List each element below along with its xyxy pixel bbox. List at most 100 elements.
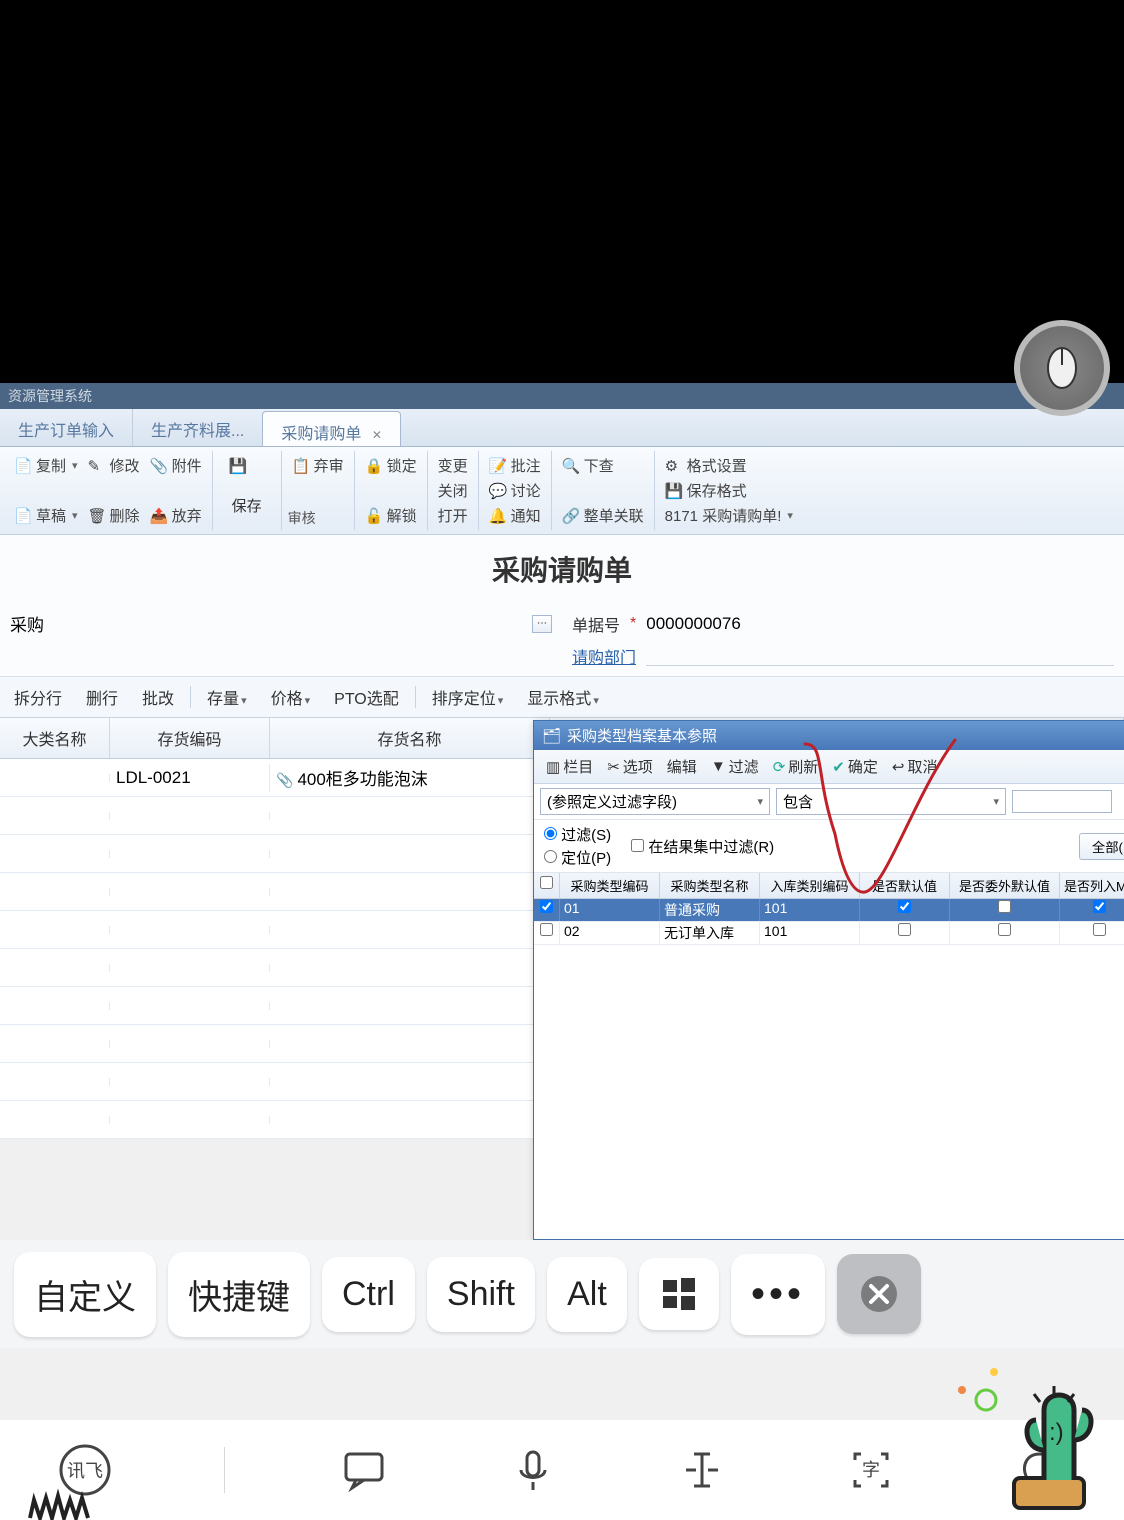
lock-button[interactable]: 🔒锁定 — [361, 453, 421, 478]
col-ismps[interactable]: 是否列入MPS/ — [1060, 873, 1124, 898]
doc-no-value: 0000000076 — [646, 614, 741, 634]
chk-inresult[interactable]: 在结果集中过滤(R) — [631, 836, 774, 857]
dept-label[interactable]: 请购部门 — [572, 644, 636, 668]
row-check[interactable] — [540, 923, 553, 936]
dialog-title: 采购类型档案基本参照 — [567, 725, 717, 746]
cell-name: 普通采购 — [660, 899, 760, 921]
cursor-icon — [678, 1446, 726, 1494]
cell-ismps — [1060, 922, 1124, 944]
key-more[interactable]: ••• — [731, 1254, 825, 1335]
key-windows[interactable] — [639, 1258, 719, 1330]
abandon-button[interactable]: 📋弃审 — [288, 453, 348, 478]
down-button[interactable]: 🔍下查 — [558, 453, 618, 478]
col-code[interactable]: 存货编码 — [110, 718, 270, 758]
refresh-button[interactable]: ⟳刷新 — [767, 754, 825, 779]
draft-button[interactable]: 📄草稿▾ — [10, 503, 82, 528]
batch-button[interactable]: 批改 — [132, 681, 184, 713]
radio-locate[interactable]: 定位(P) — [544, 847, 611, 868]
price-button[interactable]: 价格▾ — [261, 681, 321, 713]
key-alt[interactable]: Alt — [547, 1257, 627, 1332]
save-format-button[interactable]: 💾保存格式 — [661, 478, 751, 503]
open-button[interactable]: 打开 — [434, 503, 472, 528]
dialog-title-bar[interactable]: 🗂 采购类型档案基本参照 — [534, 721, 1124, 750]
cell-code: 01 — [560, 899, 660, 921]
filter-field-combo[interactable]: (参照定义过滤字段)▾ — [540, 788, 770, 815]
notify-button[interactable]: 🔔通知 — [485, 503, 545, 528]
del-row-button[interactable]: 删行 — [76, 681, 128, 713]
pto-button[interactable]: PTO选配 — [324, 681, 409, 713]
ime-cursor[interactable] — [672, 1440, 732, 1500]
stock-button[interactable]: 存量▾ — [197, 681, 257, 713]
whole-rel-button[interactable]: 🔗整单关联 — [558, 503, 648, 528]
ime-chat[interactable] — [334, 1440, 394, 1500]
col-button[interactable]: ▥栏目 — [540, 754, 599, 779]
format-set-button[interactable]: ⚙格式设置 — [661, 453, 751, 478]
tab-prod-material[interactable]: 生产齐料展... — [132, 409, 262, 446]
doc-no-label: 单据号 — [572, 612, 620, 636]
col-isout[interactable]: 是否委外默认值 — [950, 873, 1060, 898]
all-button[interactable]: 全部( — [1079, 833, 1124, 860]
col-intype[interactable]: 入库类别编码 — [760, 873, 860, 898]
key-custom[interactable]: 自定义 — [14, 1252, 156, 1337]
col-check[interactable] — [534, 873, 560, 898]
paperclip-icon: 📎 — [276, 772, 293, 788]
edit-button[interactable]: 编辑 — [661, 754, 703, 779]
cell-isout — [950, 922, 1060, 944]
delete-button[interactable]: 🗑删除 — [84, 503, 144, 528]
window-title-bar: 资源管理系统 — [0, 383, 1124, 409]
split-row-button[interactable]: 拆分行 — [4, 681, 72, 713]
cancel-icon: ↩ — [892, 758, 905, 776]
key-shortcut[interactable]: 快捷键 — [168, 1252, 310, 1337]
ok-button[interactable]: ✔确定 — [826, 754, 884, 779]
col-ptype-name[interactable]: 采购类型名称 — [660, 873, 760, 898]
col-isdef[interactable]: 是否默认值 — [860, 873, 950, 898]
table-row[interactable]: 01普通采购101 — [534, 899, 1124, 922]
cell-intype: 101 — [760, 922, 860, 944]
change-button[interactable]: 变更 — [434, 453, 472, 478]
funnel-icon: ▼ — [711, 758, 726, 775]
form-area: 采购 ⋯ 单据号 * 0000000076 请购部门 — [0, 603, 1124, 677]
key-ctrl[interactable]: Ctrl — [322, 1257, 415, 1332]
edit-button[interactable]: ✎修改 — [84, 453, 144, 478]
cancel-button[interactable]: ↩取消 — [886, 754, 944, 779]
ime-voice[interactable] — [503, 1440, 563, 1500]
key-shift[interactable]: Shift — [427, 1257, 535, 1332]
col-category[interactable]: 大类名称 — [0, 718, 110, 758]
save-button[interactable]: 💾 保存 — [219, 453, 275, 520]
copy-button[interactable]: 📄复制▾ — [10, 453, 82, 478]
tab-prod-order[interactable]: 生产订单输入 — [0, 409, 132, 446]
close-icon[interactable]: ✕ — [372, 428, 382, 442]
opt-button[interactable]: ✂选项 — [601, 754, 659, 779]
down-icon: 🔍 — [562, 457, 580, 475]
annotate-icon: 📝 — [489, 457, 507, 475]
annotate-button[interactable]: 📝批注 — [485, 453, 545, 478]
row-check[interactable] — [540, 900, 553, 913]
windows-icon — [661, 1276, 697, 1312]
dialog-icon: 🗂 — [542, 727, 561, 745]
lookup-icon[interactable]: ⋯ — [532, 615, 552, 633]
spiky-sticker — [20, 1470, 100, 1520]
link-icon: 🔗 — [562, 507, 580, 525]
close-button[interactable]: 关闭 — [434, 478, 472, 503]
table-row[interactable]: 02无订单入库101 — [534, 922, 1124, 945]
attach-button[interactable]: 📎附件 — [146, 453, 206, 478]
mouse-overlay[interactable] — [1014, 320, 1110, 416]
ime-scan[interactable]: 字 — [841, 1440, 901, 1500]
lock-icon: 🔒 — [365, 457, 383, 475]
display-button[interactable]: 显示格式▾ — [517, 681, 609, 713]
page-title: 采购请购单 — [0, 535, 1124, 603]
tab-purchase-request[interactable]: 采购请购单 ✕ — [262, 411, 401, 446]
discard-button[interactable]: 📤放弃 — [146, 503, 206, 528]
doc-ref-button[interactable]: 8171 采购请购单!▾ — [661, 503, 797, 528]
filter-value-input[interactable] — [1012, 790, 1112, 813]
filter-button[interactable]: ▼过滤 — [705, 754, 765, 779]
filter-op-combo[interactable]: 包含▾ — [776, 788, 1006, 815]
discuss-button[interactable]: 💬讨论 — [485, 478, 545, 503]
unlock-button[interactable]: 🔓解锁 — [361, 503, 421, 528]
key-backspace[interactable] — [837, 1254, 921, 1334]
radio-filter[interactable]: 过滤(S) — [544, 824, 611, 845]
dept-input[interactable] — [646, 646, 1114, 666]
col-ptype-code[interactable]: 采购类型编码 — [560, 873, 660, 898]
sort-button[interactable]: 排序定位▾ — [422, 681, 514, 713]
col-name[interactable]: 存货名称 — [270, 718, 550, 758]
